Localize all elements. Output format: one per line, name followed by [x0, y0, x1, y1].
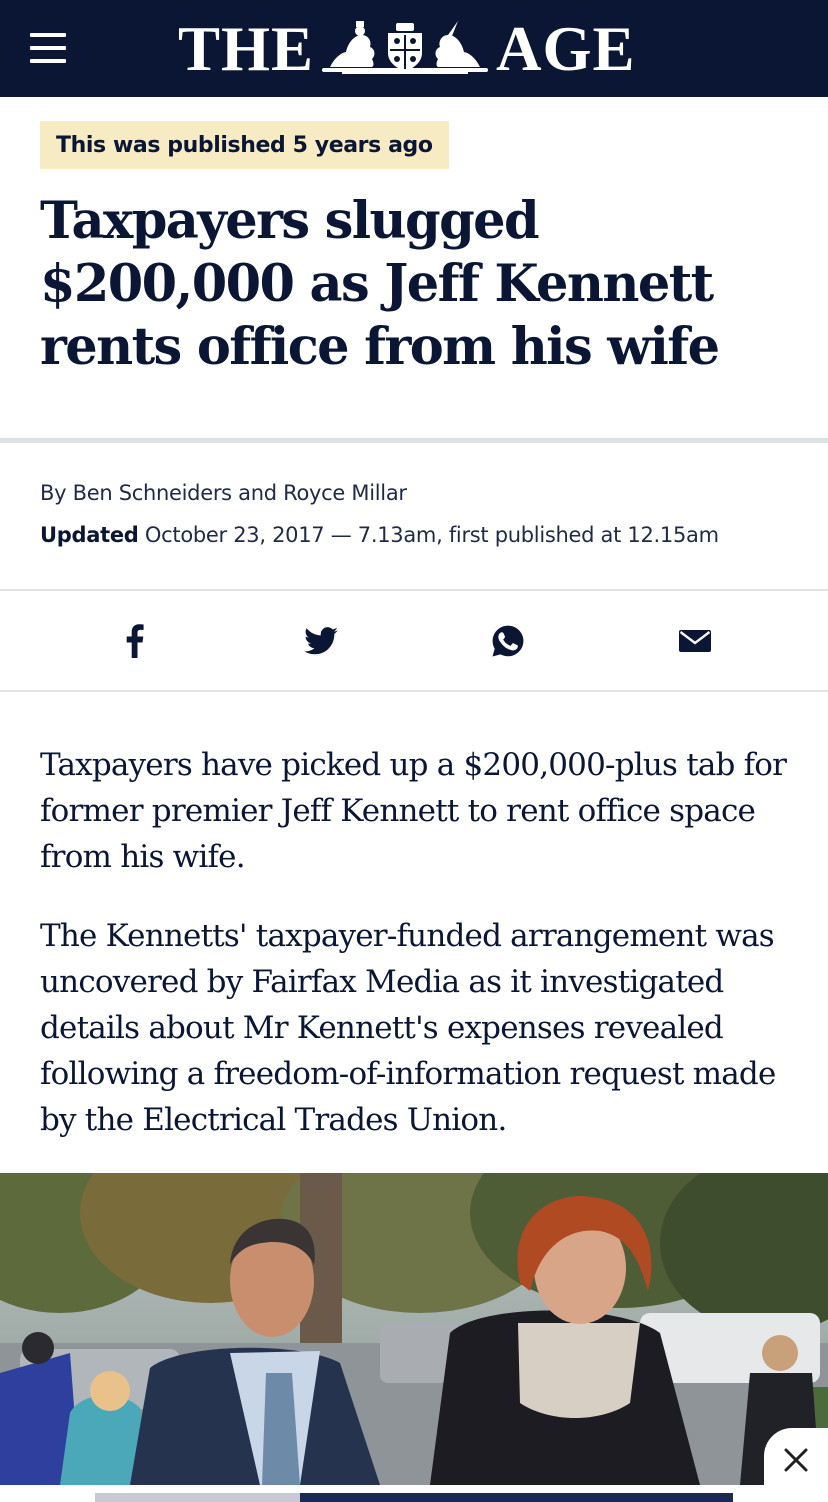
share-top-divider — [0, 589, 828, 591]
logo-word-the: THE — [178, 13, 315, 84]
logo-word-age: AGE — [496, 13, 636, 84]
share-bar — [0, 592, 828, 690]
article-paragraph: Taxpayers have picked up a $200,000-plus… — [40, 747, 787, 875]
article-byline: By Ben Schneiders and Royce Millar — [40, 481, 407, 505]
archive-age-notice: This was published 5 years ago — [40, 121, 449, 169]
headline-divider — [0, 438, 828, 443]
article-paragraph: The Kennetts' taxpayer-funded arrangemen… — [40, 918, 776, 1138]
facebook-icon[interactable] — [110, 618, 158, 664]
article-dateline: Updated October 23, 2017 — 7.13am, first… — [40, 523, 719, 547]
twitter-icon[interactable] — [297, 618, 345, 664]
hamburger-icon[interactable] — [30, 30, 66, 68]
share-bottom-divider — [0, 690, 828, 692]
close-icon[interactable] — [764, 1428, 828, 1492]
coat-of-arms-icon — [322, 21, 489, 74]
updated-label: Updated — [40, 523, 139, 547]
whatsapp-icon[interactable] — [484, 618, 532, 664]
updated-timestamp: October 23, 2017 — 7.13am, first publish… — [144, 523, 719, 547]
email-icon[interactable] — [671, 618, 719, 664]
article-photo — [0, 1173, 828, 1485]
advertisement-banner[interactable] — [0, 1493, 828, 1502]
photo-illustration — [0, 1173, 828, 1485]
the-age-logo[interactable]: THE AGE — [178, 14, 650, 84]
top-navigation-bar: THE AGE — [0, 0, 828, 97]
article-headline: Taxpayers slugged $200,000 as Jeff Kenne… — [40, 191, 720, 377]
